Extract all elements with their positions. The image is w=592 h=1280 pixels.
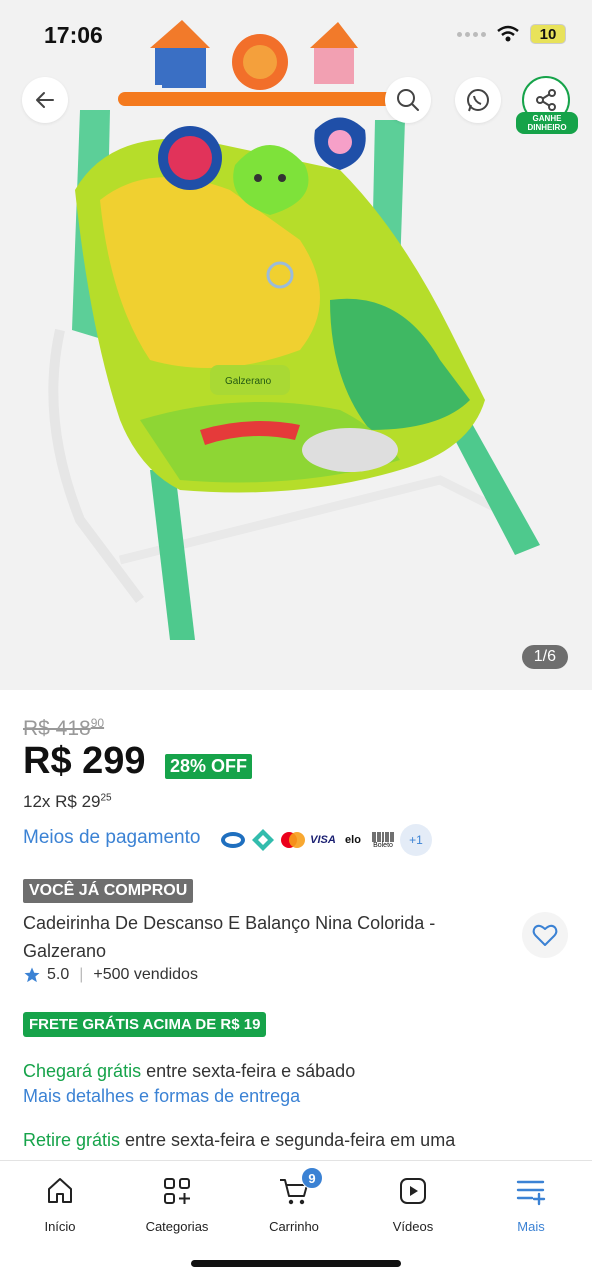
share-earn-button[interactable]: GANHE DINHEIRO [516, 72, 578, 136]
pix-icon [250, 827, 276, 853]
pickup-info: Retire grátis entre sexta-feira e segund… [23, 1130, 455, 1151]
free-shipping-badge: FRETE GRÁTIS ACIMA DE R$ 19 [23, 1012, 267, 1037]
product-image: Galzerano [48, 20, 540, 640]
payment-icons[interactable]: VISA elo Boleto +1 [220, 824, 432, 856]
cart-count-badge: 9 [301, 1167, 323, 1189]
tab-label: Vídeos [392, 1219, 434, 1234]
battery-indicator: 10 [530, 24, 566, 44]
already-bought-badge: VOCÊ JÁ COMPROU [23, 879, 194, 903]
cellular-signal-icon [457, 31, 486, 37]
pickup-text: entre sexta-feira e segunda-feira em uma [120, 1130, 456, 1150]
home-icon [48, 1178, 72, 1203]
rating-row[interactable]: 5.0 | +500 vendidos [23, 966, 198, 984]
delivery-highlight: Chegará grátis [23, 1061, 142, 1081]
arrow-left-icon [36, 92, 54, 108]
rating-value: 5.0 [47, 966, 70, 983]
back-button[interactable] [22, 77, 68, 123]
tab-label: Mais [517, 1219, 545, 1234]
delivery-info: Chegará grátis entre sexta-feira e sábad… [23, 1061, 355, 1082]
pickup-highlight: Retire grátis [23, 1130, 121, 1150]
visa-icon: VISA [310, 834, 336, 846]
star-icon [24, 967, 40, 983]
installments-cents: 25 [100, 792, 112, 804]
tab-carrinho[interactable]: 9 Carrinho [239, 1167, 349, 1234]
rating-separator: | [79, 966, 84, 983]
delivery-text: entre sexta-feira e sábado [141, 1061, 356, 1081]
categories-icon [164, 1178, 190, 1204]
boleto-icon: Boleto [370, 827, 396, 853]
search-button[interactable] [385, 77, 431, 123]
mastercard-icon [280, 827, 306, 853]
elo-icon: elo [345, 834, 361, 846]
tab-inicio[interactable]: Início [5, 1173, 115, 1234]
tab-videos[interactable]: Vídeos [358, 1173, 468, 1234]
search-icon [397, 89, 419, 111]
discount-badge: 28% OFF [165, 754, 253, 779]
product-gallery[interactable]: Galzerano GANHE DINHEIRO 1/6 [0, 0, 592, 690]
video-icon [400, 1178, 426, 1204]
old-price-value: R$ 418 [23, 717, 91, 740]
installments-value: 12x R$ 29 [23, 792, 101, 811]
wifi-icon [497, 25, 519, 42]
old-price: R$ 41890 [23, 716, 104, 741]
payment-methods-link[interactable]: Meios de pagamento [23, 827, 200, 849]
tab-mais[interactable]: Mais [476, 1173, 586, 1234]
whatsapp-share-button[interactable] [455, 77, 501, 123]
delivery-details-link[interactable]: Mais detalhes e formas de entrega [23, 1086, 300, 1107]
boleto-label: Boleto [373, 841, 393, 849]
tab-label: Carrinho [269, 1219, 319, 1234]
boleto-bank-icon [220, 827, 246, 853]
installments: 12x R$ 2925 [23, 792, 112, 812]
status-bar: 17:06 10 [0, 0, 592, 70]
menu-plus-icon [516, 1180, 546, 1206]
whatsapp-icon [467, 89, 489, 112]
heart-icon [532, 924, 558, 946]
old-price-cents: 90 [90, 716, 105, 730]
more-payment-methods[interactable]: +1 [400, 824, 432, 856]
status-time: 17:06 [44, 22, 103, 48]
image-counter: 1/6 [521, 645, 568, 669]
product-title: Cadeirinha De Descanso E Balanço Nina Co… [23, 913, 436, 961]
favorite-button[interactable] [522, 912, 568, 958]
share-earn-label: GANHE DINHEIRO [516, 112, 578, 134]
home-indicator [191, 1260, 401, 1267]
tab-label: Início [44, 1219, 76, 1234]
tab-label: Categorias [145, 1219, 209, 1234]
current-price: R$ 299 [23, 740, 146, 782]
tab-categorias[interactable]: Categorias [122, 1173, 232, 1234]
sold-count: +500 vendidos [93, 966, 198, 983]
share-icon [536, 89, 556, 111]
svg-text:Galzerano: Galzerano [225, 376, 272, 387]
status-icons: 10 [457, 24, 566, 44]
